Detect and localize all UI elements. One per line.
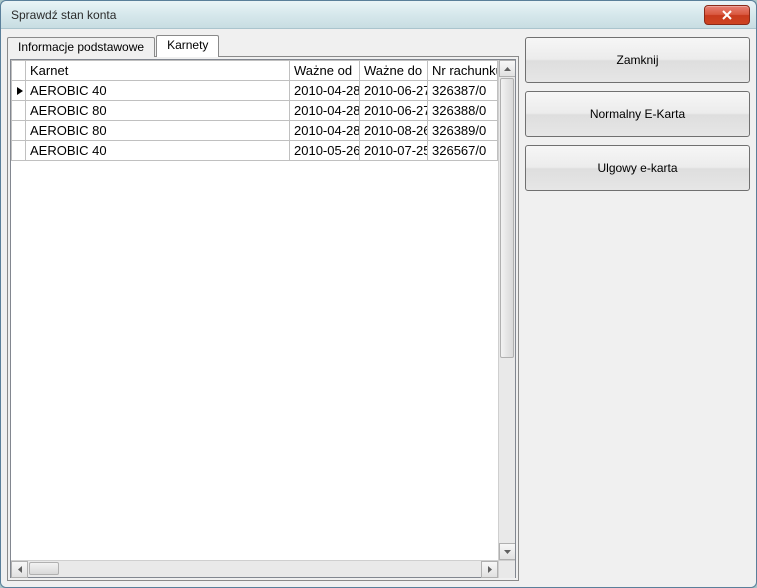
table-row[interactable]: AEROBIC 40 2010-04-28 2010-06-27 326387/… [12, 81, 498, 101]
current-row-icon [16, 86, 24, 96]
scrollbar-corner [498, 561, 515, 578]
cell-wazne-do: 2010-07-25 [360, 141, 428, 161]
account-status-window: Sprawdź stan konta Informacje podstawowe… [0, 0, 757, 588]
scroll-down-button[interactable] [499, 543, 515, 560]
cell-wazne-od: 2010-04-28 [290, 101, 360, 121]
close-button[interactable]: Zamknij [525, 37, 750, 83]
window-close-button[interactable] [704, 5, 750, 25]
cell-wazne-od: 2010-04-28 [290, 81, 360, 101]
cell-nr: 326567/0 [428, 141, 498, 161]
row-indicator [12, 81, 26, 101]
tab-basic-info[interactable]: Informacje podstawowe [7, 37, 155, 57]
table-header-row: Karnet Ważne od Ważne do Nr rachunku [12, 61, 498, 81]
vertical-scrollbar[interactable] [498, 60, 515, 560]
chevron-up-icon [504, 67, 511, 71]
cell-wazne-do: 2010-08-26 [360, 121, 428, 141]
cell-wazne-do: 2010-06-27 [360, 101, 428, 121]
karnety-table[interactable]: Karnet Ważne od Ważne do Nr rachunku [11, 60, 498, 161]
header-wazne-od[interactable]: Ważne od [290, 61, 360, 81]
header-rowselector [12, 61, 26, 81]
row-indicator [12, 101, 26, 121]
cell-karnet: AEROBIC 80 [26, 121, 290, 141]
header-karnet[interactable]: Karnet [26, 61, 290, 81]
window-title: Sprawdź stan konta [11, 8, 704, 22]
header-wazne-do[interactable]: Ważne do [360, 61, 428, 81]
cell-wazne-do: 2010-06-27 [360, 81, 428, 101]
table-row[interactable]: AEROBIC 40 2010-05-26 2010-07-25 326567/… [12, 141, 498, 161]
discount-ekarta-button[interactable]: Ulgowy e-karta [525, 145, 750, 191]
horizontal-scrollbar[interactable] [11, 560, 515, 577]
table-row[interactable]: AEROBIC 80 2010-04-28 2010-08-26 326389/… [12, 121, 498, 141]
vscroll-thumb[interactable] [500, 78, 514, 358]
tab-karnety[interactable]: Karnety [156, 35, 219, 57]
header-nr-rachunku[interactable]: Nr rachunku [428, 61, 498, 81]
client-area: Informacje podstawowe Karnety [1, 29, 756, 587]
cell-karnet: AEROBIC 40 [26, 141, 290, 161]
chevron-down-icon [504, 550, 511, 554]
cell-nr: 326388/0 [428, 101, 498, 121]
right-pane: Zamknij Normalny E-Karta Ulgowy e-karta [525, 35, 750, 581]
chevron-left-icon [18, 566, 22, 573]
close-icon [722, 10, 732, 20]
scroll-right-button[interactable] [481, 561, 498, 578]
titlebar[interactable]: Sprawdź stan konta [1, 1, 756, 29]
cell-nr: 326387/0 [428, 81, 498, 101]
cell-karnet: AEROBIC 40 [26, 81, 290, 101]
scroll-left-button[interactable] [11, 561, 28, 578]
tabpage-karnety: Karnet Ważne od Ważne do Nr rachunku [7, 56, 519, 581]
normal-ekarta-button[interactable]: Normalny E-Karta [525, 91, 750, 137]
cell-wazne-od: 2010-04-28 [290, 121, 360, 141]
grid-container: Karnet Ważne od Ważne do Nr rachunku [10, 59, 516, 578]
left-pane: Informacje podstawowe Karnety [7, 35, 519, 581]
hscroll-track[interactable] [28, 561, 481, 577]
table-row[interactable]: AEROBIC 80 2010-04-28 2010-06-27 326388/… [12, 101, 498, 121]
cell-karnet: AEROBIC 80 [26, 101, 290, 121]
vscroll-track[interactable] [499, 77, 515, 543]
normal-ekarta-label: Normalny E-Karta [590, 107, 685, 121]
hscroll-thumb[interactable] [29, 562, 59, 575]
close-button-label: Zamknij [616, 53, 658, 67]
cell-wazne-od: 2010-05-26 [290, 141, 360, 161]
tab-strip: Informacje podstawowe Karnety [7, 35, 519, 57]
scroll-up-button[interactable] [499, 60, 515, 77]
row-indicator [12, 141, 26, 161]
chevron-right-icon [488, 566, 492, 573]
cell-nr: 326389/0 [428, 121, 498, 141]
discount-ekarta-label: Ulgowy e-karta [597, 161, 677, 175]
row-indicator [12, 121, 26, 141]
